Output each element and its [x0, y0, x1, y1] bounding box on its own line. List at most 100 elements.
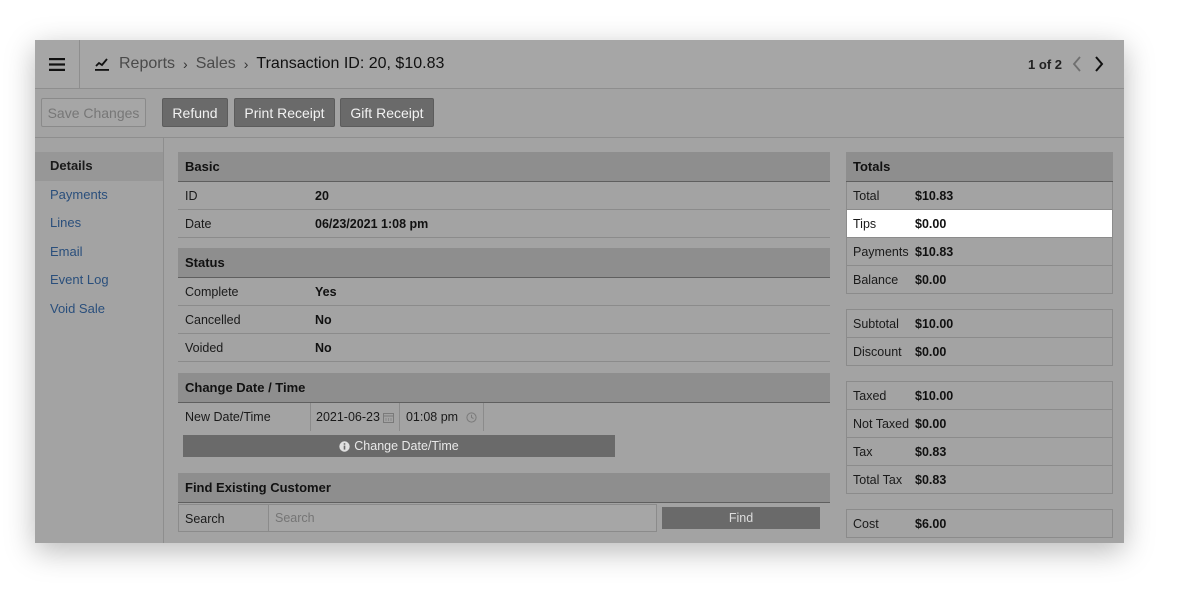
row-value: $0.00	[915, 216, 947, 231]
totals-panel: Totals Total $10.83 Tips $0.00 Payments …	[846, 152, 1113, 538]
totals-panel-title: Totals	[846, 152, 1113, 182]
row-label: Payments	[853, 244, 909, 259]
sidebar-nav: Details Payments Lines Email Event Log V…	[35, 138, 164, 543]
chevron-left-icon	[1072, 56, 1081, 72]
totals-row-total: Total $10.83	[847, 182, 1112, 210]
print-receipt-button[interactable]: Print Receipt	[234, 98, 335, 127]
row-value: No	[315, 340, 332, 355]
app-window: Reports › Sales › Transaction ID: 20, $1…	[35, 40, 1124, 543]
totals-row-tax: Tax $0.83	[847, 438, 1112, 466]
date-input[interactable]: 2021-06-23	[310, 403, 400, 431]
next-record-button[interactable]	[1092, 56, 1106, 72]
totals-row-cost: Cost $6.00	[847, 510, 1112, 538]
row-label: Date	[185, 216, 212, 231]
totals-row-payments: Payments $10.83	[847, 238, 1112, 266]
row-value: $10.00	[915, 316, 954, 331]
sidebar-item-details[interactable]: Details	[35, 152, 163, 181]
row-value: Yes	[315, 284, 337, 299]
totals-group-tax: Taxed $10.00 Not Taxed $0.00 Tax $0.83 T…	[846, 381, 1113, 494]
save-changes-button[interactable]: Save Changes	[41, 98, 146, 127]
sidebar-item-email[interactable]: Email	[35, 238, 163, 267]
row-value: 06/23/2021 1:08 pm	[315, 216, 429, 231]
chevron-right-icon	[1095, 56, 1104, 72]
previous-record-button[interactable]	[1070, 56, 1084, 72]
sidebar-item-event-log[interactable]: Event Log	[35, 266, 163, 295]
row-label: New Date/Time	[185, 410, 271, 424]
action-toolbar: Save Changes Refund Print Receipt Gift R…	[35, 89, 1124, 138]
change-date-time-button[interactable]: Change Date/Time	[183, 435, 615, 457]
record-pager: 1 of 2	[1028, 40, 1106, 88]
row-label: Tips	[853, 216, 877, 231]
totals-group-subtotal: Subtotal $10.00 Discount $0.00	[846, 309, 1113, 366]
totals-row-discount: Discount $0.00	[847, 338, 1112, 366]
change-date-time-label: Change Date/Time	[354, 439, 459, 453]
row-value: $0.83	[915, 472, 947, 487]
info-icon	[339, 440, 350, 452]
sidebar-item-lines[interactable]: Lines	[35, 209, 163, 238]
time-value: 01:08 pm	[405, 410, 459, 424]
row-value: $6.00	[915, 516, 947, 531]
row-label: Discount	[853, 344, 902, 359]
find-customer-panel: Find Existing Customer Search Find	[178, 473, 830, 533]
row-label: Complete	[185, 284, 239, 299]
customer-search-input[interactable]	[269, 504, 657, 532]
row-label: Voided	[185, 340, 224, 355]
row-label: Cost	[853, 516, 879, 531]
row-value: $0.00	[915, 416, 947, 431]
search-label: Search	[178, 504, 269, 532]
breadcrumb-reports[interactable]: Reports	[119, 55, 175, 73]
sidebar-item-payments[interactable]: Payments	[35, 181, 163, 210]
reports-chart-icon	[95, 57, 109, 71]
chevron-right-icon: ›	[183, 56, 188, 72]
clock-icon	[466, 411, 477, 423]
refund-button[interactable]: Refund	[162, 98, 228, 127]
row-label: Taxed	[853, 388, 887, 403]
find-customer-panel-title: Find Existing Customer	[178, 473, 830, 503]
row-value: $10.83	[915, 188, 954, 203]
row-label: ID	[185, 188, 198, 203]
row-value: 20	[315, 188, 329, 203]
calendar-icon	[382, 412, 394, 423]
sidebar-item-void-sale[interactable]: Void Sale	[35, 295, 163, 324]
row-label: Tax	[853, 444, 873, 459]
breadcrumb-sales[interactable]: Sales	[196, 55, 236, 73]
row-value: $10.83	[915, 244, 954, 259]
status-panel-title: Status	[178, 248, 830, 278]
top-bar: Reports › Sales › Transaction ID: 20, $1…	[35, 40, 1124, 89]
basic-panel: Basic ID 20 Date 06/23/2021 1:08 pm	[178, 152, 830, 238]
row-value: $0.00	[915, 344, 947, 359]
totals-row-tips: Tips $0.00	[847, 210, 1112, 238]
row-label: Total Tax	[853, 472, 903, 487]
status-row-cancelled: Cancelled No	[178, 306, 830, 334]
menu-button[interactable]	[35, 40, 80, 88]
row-value: No	[315, 312, 332, 327]
change-date-panel-title: Change Date / Time	[178, 373, 830, 403]
totals-row-not-taxed: Not Taxed $0.00	[847, 410, 1112, 438]
row-value: $0.83	[915, 444, 947, 459]
pager-count: 1 of 2	[1028, 56, 1062, 72]
totals-group-cost: Cost $6.00	[846, 509, 1113, 538]
row-label: Not Taxed	[853, 416, 910, 431]
row-label: Cancelled	[185, 312, 241, 327]
totals-row-subtotal: Subtotal $10.00	[847, 310, 1112, 338]
status-row-voided: Voided No	[178, 334, 830, 362]
time-input[interactable]: 01:08 pm	[400, 403, 485, 431]
date-value: 2021-06-23	[316, 410, 380, 424]
hamburger-icon	[49, 57, 65, 71]
page-title: Transaction ID: 20, $10.83	[256, 55, 445, 72]
totals-row-total-tax: Total Tax $0.83	[847, 466, 1112, 494]
basic-row-date: Date 06/23/2021 1:08 pm	[178, 210, 830, 238]
row-value: $10.00	[915, 388, 954, 403]
status-panel: Status Complete Yes Cancelled No Voided …	[178, 248, 830, 362]
basic-panel-title: Basic	[178, 152, 830, 182]
totals-row-balance: Balance $0.00	[847, 266, 1112, 294]
basic-row-id: ID 20	[178, 182, 830, 210]
gift-receipt-button[interactable]: Gift Receipt	[340, 98, 434, 127]
status-row-complete: Complete Yes	[178, 278, 830, 306]
row-label: Total	[853, 188, 880, 203]
find-button[interactable]: Find	[662, 507, 820, 529]
totals-row-taxed: Taxed $10.00	[847, 382, 1112, 410]
find-customer-row: Search Find	[178, 503, 830, 533]
totals-group-summary: Total $10.83 Tips $0.00 Payments $10.83 …	[846, 182, 1113, 294]
breadcrumb: Reports › Sales › Transaction ID: 20, $1…	[95, 40, 444, 88]
